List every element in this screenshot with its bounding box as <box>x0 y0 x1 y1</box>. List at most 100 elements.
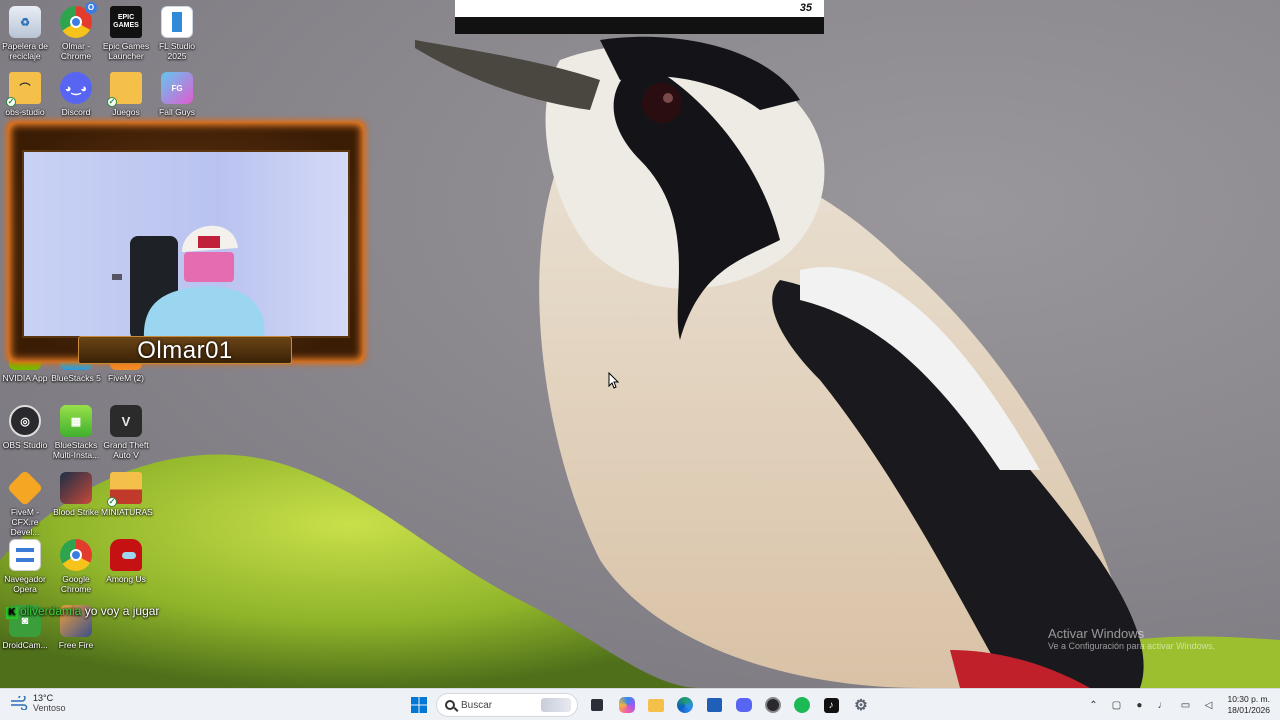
desktop-icon-label: Among Us <box>106 574 146 584</box>
desktop-icon-olmar-chrome[interactable]: O Olmar - Chrome <box>51 2 101 61</box>
taskbar-app-obs[interactable] <box>762 694 784 716</box>
desktop-icon-label: Papelera de reciclaje <box>2 41 48 61</box>
desktop-icon-obs-studio-folder[interactable]: ⌒ ✓ obs-studio <box>0 72 50 117</box>
obs-icon <box>765 697 781 713</box>
chrome-icon <box>60 539 92 571</box>
taskbar-app-copilot[interactable] <box>616 694 638 716</box>
volume-icon[interactable]: ◁ <box>1201 698 1215 712</box>
desktop-icon-google-chrome[interactable]: Google Chrome <box>51 539 101 594</box>
search-placeholder: Buscar <box>461 699 493 711</box>
desktop-icon-label: BlueStacks 5 <box>51 373 101 383</box>
desktop-icon-label: Navegador Opera <box>4 574 46 594</box>
folder-icon: ✓ <box>107 472 142 507</box>
clock-time: 10:30 p. m. <box>1227 694 1270 704</box>
start-button[interactable] <box>408 694 430 716</box>
chat-username: oliverdamia <box>20 604 82 618</box>
tray-app-icon[interactable]: ▢ <box>1109 698 1123 712</box>
discord-icon <box>736 698 752 712</box>
taskbar-app-tiktok[interactable]: ♪ <box>820 694 842 716</box>
weather-widget[interactable]: 13°C Ventoso <box>10 693 66 713</box>
desktop-icon-epic-games[interactable]: EPIC GAMES Epic Games Launcher <box>101 6 151 61</box>
taskbar-app-store[interactable] <box>703 694 725 716</box>
desktop-icon-label: OBS Studio <box>2 440 48 450</box>
desktop-icon-label: BlueStacks Multi-Insta... <box>52 440 100 460</box>
webcam-person-image <box>112 225 265 336</box>
desktop-icon-fivem-cfx[interactable]: FiveM - CFX.re Devel... <box>0 469 50 537</box>
desktop-icon-label: Discord <box>61 107 91 117</box>
desktop-icon-label: Epic Games Launcher <box>102 41 150 61</box>
desktop-icon-bluestacks-multi[interactable]: ▦ BlueStacks Multi-Insta... <box>51 405 101 460</box>
discord-icon: ◕‿◕ <box>60 72 92 104</box>
watermark-subtitle: Ve a Configuración para activar Windows. <box>1048 641 1216 651</box>
search-icon <box>445 700 455 710</box>
desktop-icon-among-us[interactable]: Among Us <box>101 539 151 584</box>
clock-date: 18/01/2026 <box>1227 705 1270 715</box>
desktop-icon-discord[interactable]: ◕‿◕ Discord <box>51 72 101 117</box>
watermark-title: Activar Windows <box>1048 626 1145 641</box>
desktop-icon-label: DroidCam... <box>2 640 48 650</box>
chat-text: yo voy a jugar <box>84 604 160 618</box>
blood-strike-icon <box>60 472 92 504</box>
webcam-feed <box>22 150 350 338</box>
desktop-icon-fall-guys[interactable]: FG Fall Guys <box>152 72 202 117</box>
network-icon[interactable]: ▭ <box>1178 698 1192 712</box>
spotify-icon <box>794 697 810 713</box>
wind-icon <box>10 694 28 711</box>
desktop-icon-blood-strike[interactable]: Blood Strike <box>51 472 101 517</box>
file-explorer-icon <box>648 698 664 712</box>
desktop-icon-gta-v[interactable]: V Grand Theft Auto V <box>101 405 151 460</box>
weather-temp: 13°C <box>33 693 54 703</box>
copilot-icon <box>619 697 635 713</box>
desktop-icon-label: Fall Guys <box>159 107 195 117</box>
chat-message: Koliverdamia yo voy a jugar <box>6 604 159 619</box>
desktop-icon-label: FiveM (2) <box>108 373 144 383</box>
microphone-icon[interactable]: ♩ <box>1155 698 1169 712</box>
desktop-icon-recycle-bin[interactable]: ♻ Papelera de reciclaje <box>0 6 50 61</box>
desktop-icon-label: Free Fire <box>58 640 94 650</box>
desktop-icon-fl-studio[interactable]: FL Studio 2025 <box>152 6 202 61</box>
among-us-icon <box>110 539 142 571</box>
obs-icon: ◎ <box>9 405 41 437</box>
search-highlight-image <box>541 698 571 712</box>
desktop-icon-obs-studio[interactable]: ◎ OBS Studio <box>0 405 50 450</box>
desktop-icon-opera[interactable]: Navegador Opera <box>0 539 50 594</box>
recycle-bin-icon: ♻ <box>9 6 41 38</box>
folder-icon: ✓ <box>107 72 142 107</box>
desktop-icon-label: obs-studio <box>5 107 45 117</box>
taskbar-app-file-manager[interactable] <box>586 694 608 716</box>
settings-icon: ⚙ <box>854 697 868 714</box>
desktop-icon-label: Blood Strike <box>53 507 99 517</box>
edge-icon <box>677 697 693 713</box>
desktop-icon-label: FiveM - CFX.re Devel... <box>10 507 40 537</box>
clock[interactable]: 10:30 p. m. 18/01/2026 <box>1227 694 1270 716</box>
taskbar-app-file-explorer[interactable] <box>645 694 667 716</box>
store-icon <box>706 698 722 712</box>
taskbar-app-settings[interactable]: ⚙ <box>850 694 872 716</box>
taskbar-app-spotify[interactable] <box>791 694 813 716</box>
file-manager-icon <box>591 699 603 711</box>
tiktok-icon: ♪ <box>823 697 839 713</box>
mouse-cursor-icon <box>608 372 620 389</box>
windows-logo-icon <box>411 697 427 713</box>
desktop-icon-juegos[interactable]: ✓ Juegos <box>101 72 151 117</box>
taskbar-search[interactable]: Buscar <box>436 693 578 717</box>
desktop-icon-label: NVIDIA App <box>2 373 48 383</box>
kick-badge-icon: K <box>6 607 18 619</box>
weather-desc: Ventoso <box>33 703 66 713</box>
opera-icon <box>9 539 41 571</box>
bluestacks-multi-icon: ▦ <box>60 405 92 437</box>
streamer-name: Olmar01 <box>137 337 233 364</box>
gta-icon: V <box>110 405 142 437</box>
desktop-icon-label: Olmar - Chrome <box>60 41 92 61</box>
desktop-icon-label: Grand Theft Auto V <box>103 440 149 460</box>
banner-counter: 35 <box>799 2 812 14</box>
fivem-icon <box>6 469 44 507</box>
security-icon[interactable]: ● <box>1132 698 1146 712</box>
system-tray: ⌃ ▢ ● ♩ ▭ ◁ 10:30 p. m. 18/01/2026 <box>1077 689 1270 720</box>
taskbar-app-discord[interactable] <box>733 694 755 716</box>
desktop-icon-miniaturas[interactable]: ✓ MINIATURAS <box>101 472 153 517</box>
desktop-icon-label: Google Chrome <box>60 574 92 594</box>
taskbar-app-edge[interactable] <box>674 694 696 716</box>
chevron-up-icon[interactable]: ⌃ <box>1086 698 1100 712</box>
fall-guys-icon: FG <box>161 72 193 104</box>
